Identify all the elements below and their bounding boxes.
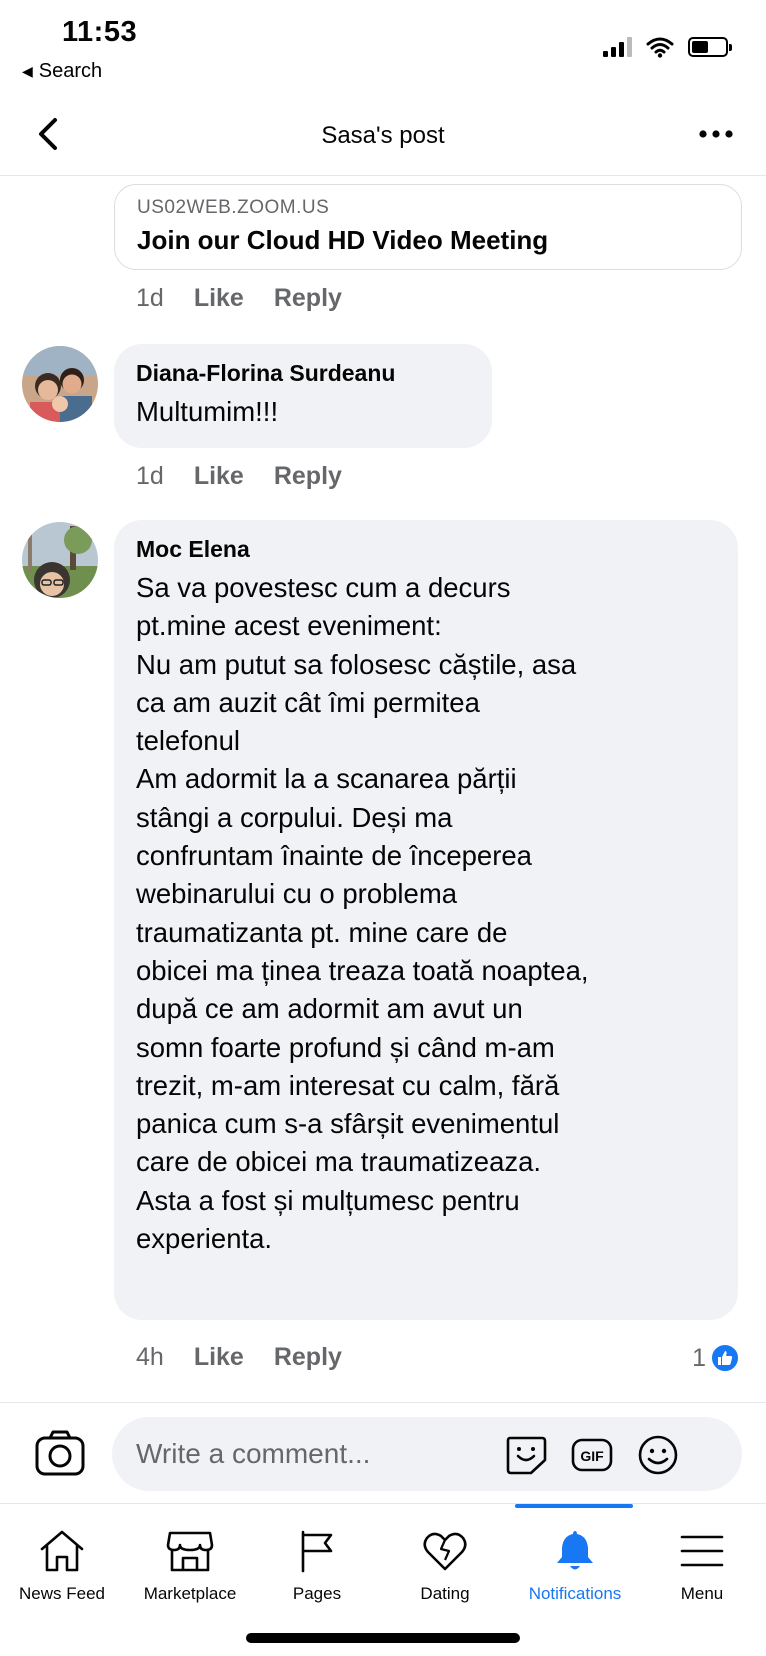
avatar[interactable] — [22, 522, 98, 598]
comment-bubble[interactable]: Diana-Florina Surdeanu Multumim!!! — [114, 344, 492, 448]
tab-label: News Feed — [19, 1584, 105, 1603]
tab-marketplace[interactable]: Marketplace — [128, 1504, 252, 1617]
reaction-summary[interactable]: 1 — [692, 1343, 740, 1373]
heart-icon — [417, 1526, 473, 1576]
sticker-icon — [506, 1436, 547, 1475]
gif-button[interactable]: GIF — [570, 1434, 614, 1476]
post-header: Sasa's post — [0, 100, 766, 176]
avatar-photo-icon — [22, 346, 98, 422]
reply-button[interactable]: Reply — [274, 1343, 342, 1372]
svg-text:GIF: GIF — [580, 1448, 604, 1464]
link-preview-card[interactable]: US02WEB.ZOOM.US Join our Cloud HD Video … — [114, 184, 742, 270]
comment-time: 4h — [136, 1343, 164, 1371]
reaction-count: 1 — [692, 1343, 706, 1372]
comment-author[interactable]: Moc Elena — [136, 536, 716, 563]
reply-button[interactable]: Reply — [274, 462, 342, 491]
shop-icon — [162, 1526, 218, 1576]
back-triangle-icon: ◀ — [22, 63, 33, 79]
comment-input[interactable] — [136, 1433, 516, 1475]
comment-meta: 1d Like Reply — [136, 462, 342, 491]
reply-button[interactable]: Reply — [274, 284, 342, 313]
comment-input-field[interactable]: GIF — [112, 1417, 742, 1491]
gif-icon: GIF — [571, 1438, 613, 1472]
comment-text: Sa va povestesc cum a decurs pt.mine ace… — [136, 572, 589, 1255]
comment-time: 1d — [136, 462, 164, 490]
comment-author[interactable]: Diana-Florina Surdeanu — [136, 360, 470, 387]
thumbs-up-icon — [710, 1343, 740, 1373]
back-to-app-link[interactable]: ◀ Search — [22, 60, 102, 83]
link-title: Join our Cloud HD Video Meeting — [137, 225, 549, 255]
more-dots-icon — [699, 130, 733, 138]
bottom-navigation: News Feed Marketplace Pages Dating Notif… — [0, 1503, 766, 1616]
flag-icon — [289, 1526, 345, 1576]
tab-menu[interactable]: Menu — [652, 1504, 752, 1617]
more-options-button[interactable] — [694, 114, 738, 154]
comment-composer: GIF — [0, 1402, 766, 1502]
comment-bubble[interactable]: Moc Elena Sa va povestesc cum a decurs p… — [114, 520, 738, 1320]
camera-icon — [35, 1430, 85, 1476]
status-time: 11:53 — [62, 16, 138, 48]
emoji-button[interactable] — [636, 1434, 680, 1476]
tab-label: Pages — [292, 1584, 342, 1603]
tab-label: Notifications — [528, 1584, 622, 1603]
like-button[interactable]: Like — [194, 462, 244, 491]
home-icon — [34, 1526, 90, 1576]
link-domain: US02WEB.ZOOM.US — [137, 197, 330, 218]
like-button[interactable]: Like — [194, 1343, 244, 1372]
wifi-icon — [646, 37, 674, 58]
bell-icon — [547, 1526, 603, 1576]
status-icons — [603, 36, 732, 58]
menu-icon — [674, 1526, 730, 1576]
tab-notifications[interactable]: Notifications — [508, 1504, 642, 1617]
tab-pages[interactable]: Pages — [262, 1504, 372, 1617]
tab-label: Marketplace — [143, 1584, 237, 1603]
tab-news-feed[interactable]: News Feed — [10, 1504, 114, 1617]
comment-time: 1d — [136, 284, 164, 312]
emoji-icon — [638, 1435, 678, 1475]
avatar-photo-icon — [22, 522, 98, 598]
tab-label: Dating — [420, 1584, 470, 1603]
battery-icon — [688, 37, 732, 57]
cellular-signal-icon — [603, 37, 632, 57]
page-title: Sasa's post — [321, 122, 445, 149]
comment-text: Multumim!!! — [136, 396, 279, 427]
comment-meta: 1d Like Reply — [136, 284, 342, 313]
avatar[interactable] — [22, 346, 98, 422]
sticker-button[interactable] — [504, 1434, 548, 1476]
home-indicator[interactable] — [246, 1633, 520, 1643]
tab-label: Menu — [680, 1584, 724, 1603]
like-button[interactable]: Like — [194, 284, 244, 313]
status-bar: 11:53 ◀ Search — [0, 0, 766, 92]
back-to-app-label: Search — [38, 60, 103, 82]
tab-dating[interactable]: Dating — [390, 1504, 500, 1617]
camera-button[interactable] — [34, 1429, 86, 1477]
comment-meta: 4h Like Reply — [136, 1343, 342, 1372]
